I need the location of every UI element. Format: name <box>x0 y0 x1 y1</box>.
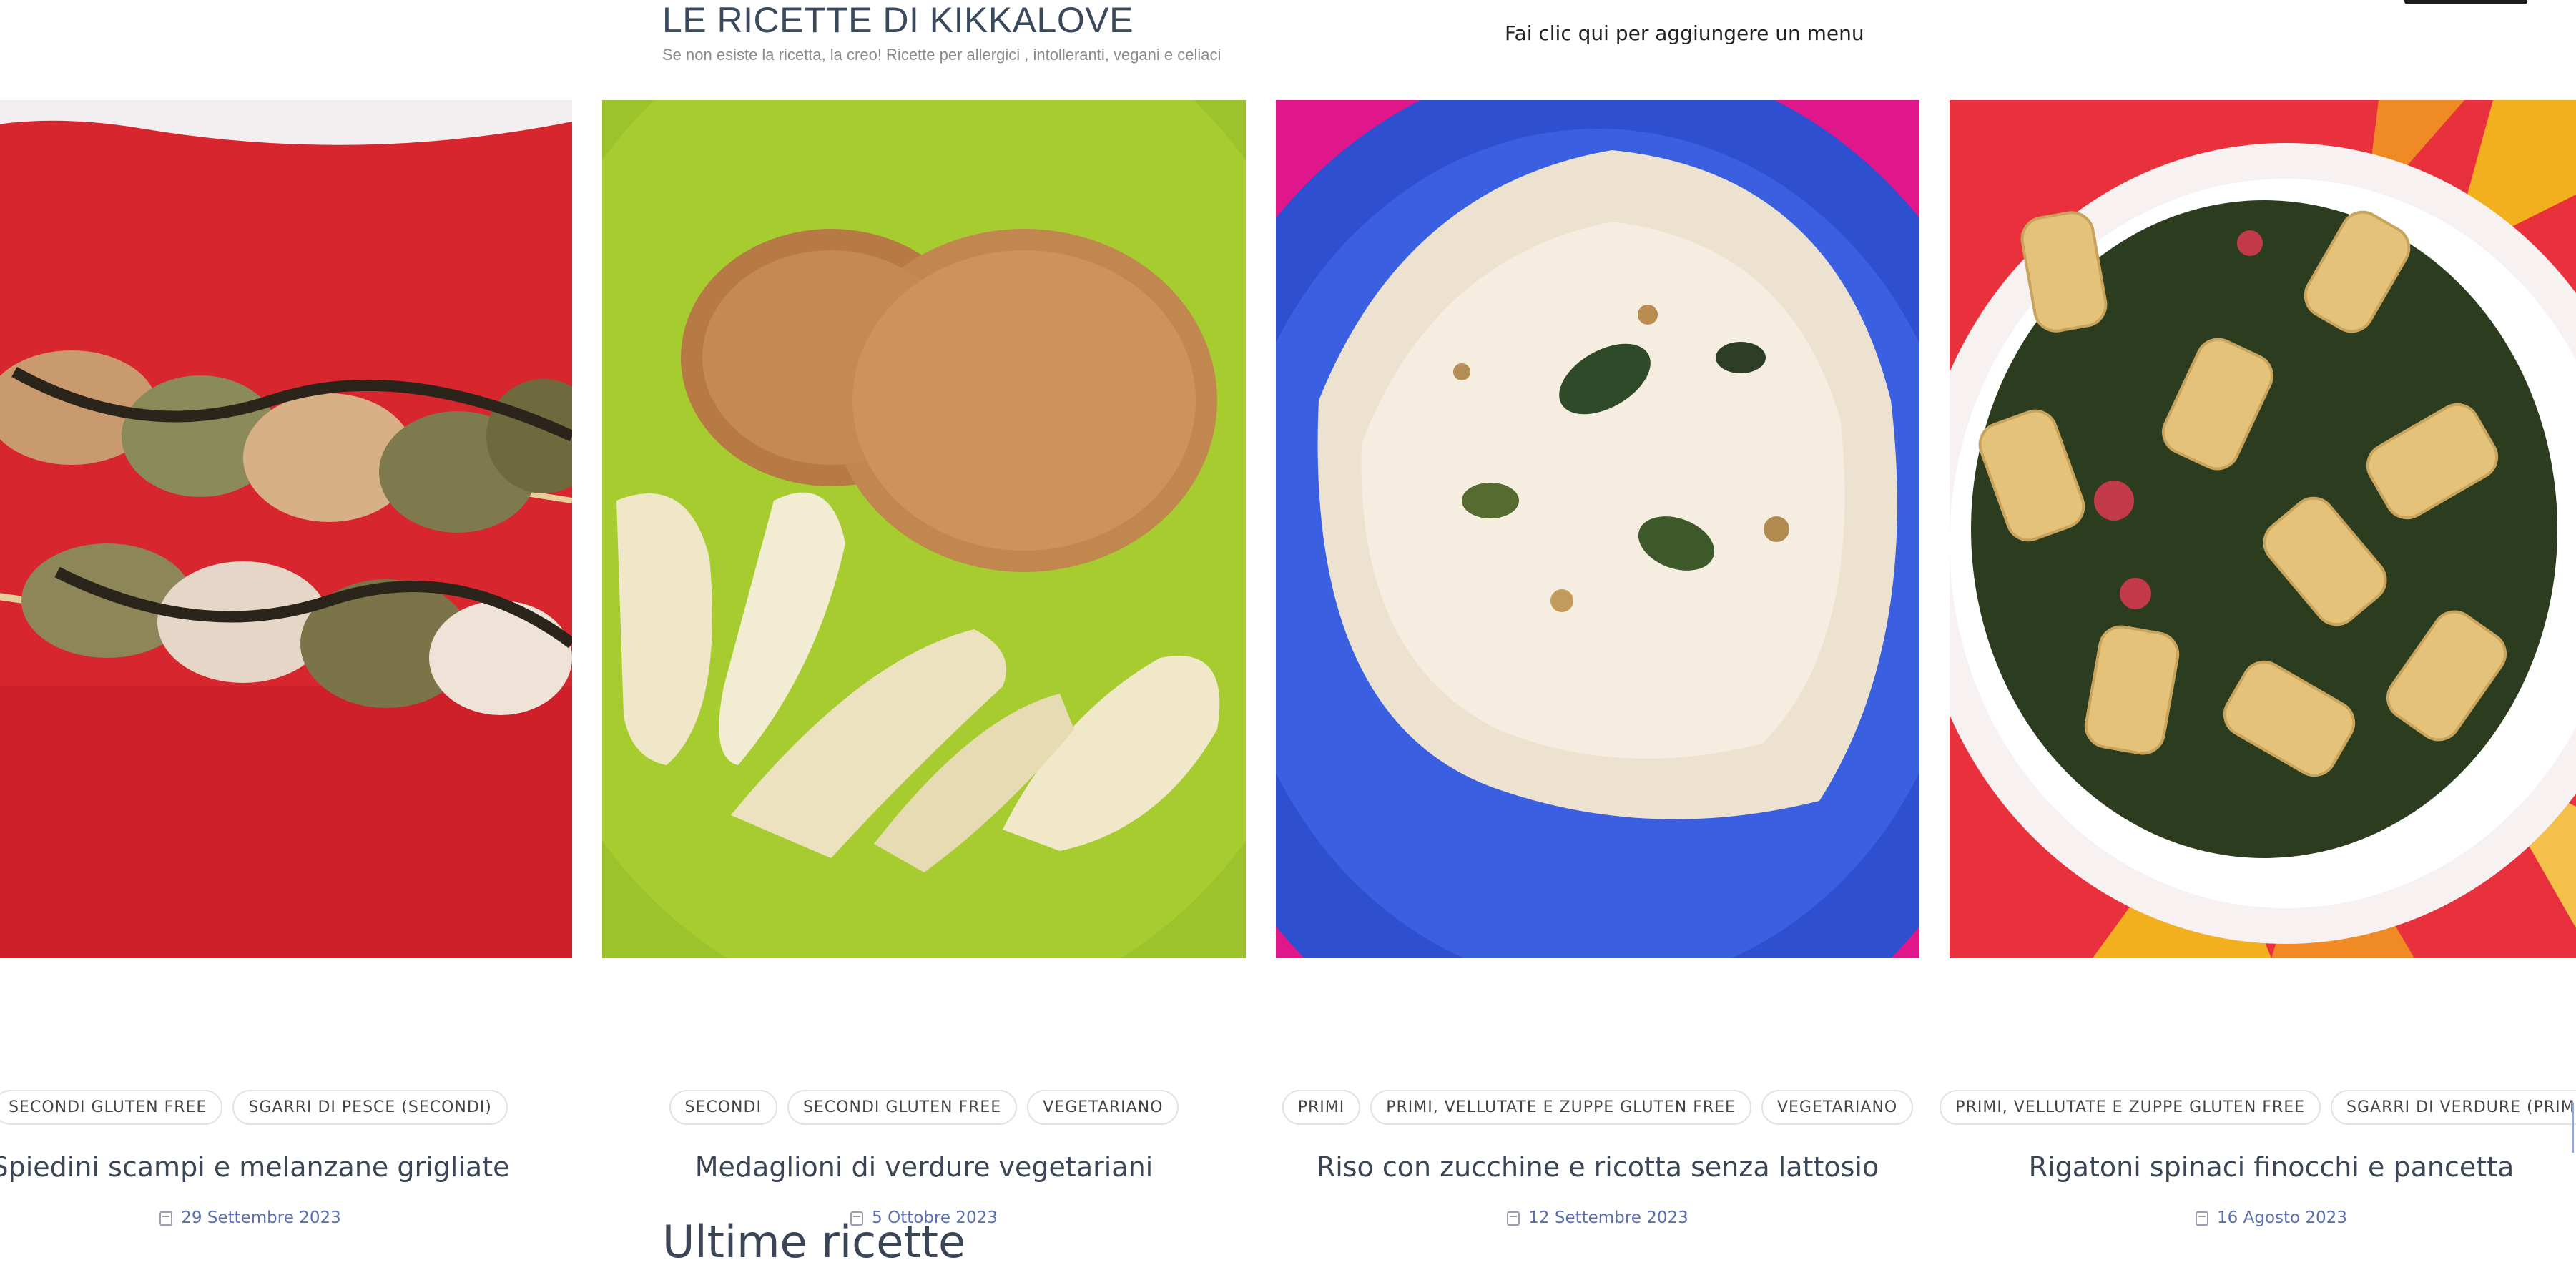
calendar-icon <box>2196 1211 2209 1226</box>
post-date[interactable]: 16 Agosto 2023 <box>1950 1209 2576 1227</box>
post-title[interactable]: Rigatoni spinaci finocchi e pancetta <box>1950 1151 2576 1183</box>
post-tags: PRIMI, VELLUTATE E ZUPPE GLUTEN FREE SGA… <box>1940 1090 2576 1125</box>
top-right-bar[interactable] <box>2404 0 2527 4</box>
post-title[interactable]: Spiedini scampi e melanzane grigliate <box>0 1151 572 1183</box>
post-thumbnail-skewers[interactable] <box>0 100 572 958</box>
add-menu-link[interactable]: Fai clic qui per aggiungere un menu <box>1505 21 1864 45</box>
site-title[interactable]: LE RICETTE DI KIKKALOVE <box>662 0 1134 41</box>
latest-recipes-heading: Ultime ricette <box>662 1216 966 1268</box>
tag-chip[interactable]: SECONDI GLUTEN FREE <box>0 1090 223 1125</box>
post-date-text[interactable]: 12 Settembre 2023 <box>1528 1209 1688 1227</box>
post-thumbnail-medallions[interactable] <box>602 100 1246 958</box>
site-tagline: Se non esiste la ricetta, la creo! Ricet… <box>662 46 1221 64</box>
post-thumbnail-rice[interactable] <box>1276 100 1919 958</box>
post-title[interactable]: Riso con zucchine e ricotta senza lattos… <box>1276 1151 1919 1183</box>
post-date[interactable]: 12 Settembre 2023 <box>1276 1209 1919 1227</box>
post-tags: SECONDI GLUTEN FREE SGARRI DI PESCE (SEC… <box>0 1090 572 1125</box>
tag-chip[interactable]: SGARRI DI PESCE (SECONDI) <box>232 1090 508 1125</box>
post-thumbnail-rigatoni[interactable] <box>1950 100 2576 958</box>
post-tags: SECONDI SECONDI GLUTEN FREE VEGETARIANO <box>602 1090 1246 1125</box>
calendar-icon <box>159 1211 173 1226</box>
tag-chip[interactable]: SECONDI GLUTEN FREE <box>787 1090 1018 1125</box>
scrollbar-indicator[interactable] <box>2572 1103 2574 1153</box>
tag-chip[interactable]: SGARRI DI VERDURE (PRIMI) <box>2331 1090 2576 1125</box>
post-date[interactable]: 29 Settembre 2023 <box>0 1209 572 1227</box>
post-date-text[interactable]: 29 Settembre 2023 <box>181 1209 340 1227</box>
post-title[interactable]: Medaglioni di verdure vegetariani <box>602 1151 1246 1183</box>
tag-chip[interactable]: VEGETARIANO <box>1761 1090 1914 1125</box>
post-tags: PRIMI PRIMI, VELLUTATE E ZUPPE GLUTEN FR… <box>1276 1090 1919 1125</box>
calendar-icon <box>1507 1211 1520 1226</box>
tag-chip[interactable]: SECONDI <box>669 1090 777 1125</box>
post-date-text[interactable]: 16 Agosto 2023 <box>2217 1209 2347 1227</box>
tag-chip[interactable]: PRIMI, VELLUTATE E ZUPPE GLUTEN FREE <box>1370 1090 1751 1125</box>
tag-chip[interactable]: VEGETARIANO <box>1027 1090 1179 1125</box>
tag-chip[interactable]: PRIMI <box>1282 1090 1361 1125</box>
tag-chip[interactable]: PRIMI, VELLUTATE E ZUPPE GLUTEN FREE <box>1940 1090 2321 1125</box>
